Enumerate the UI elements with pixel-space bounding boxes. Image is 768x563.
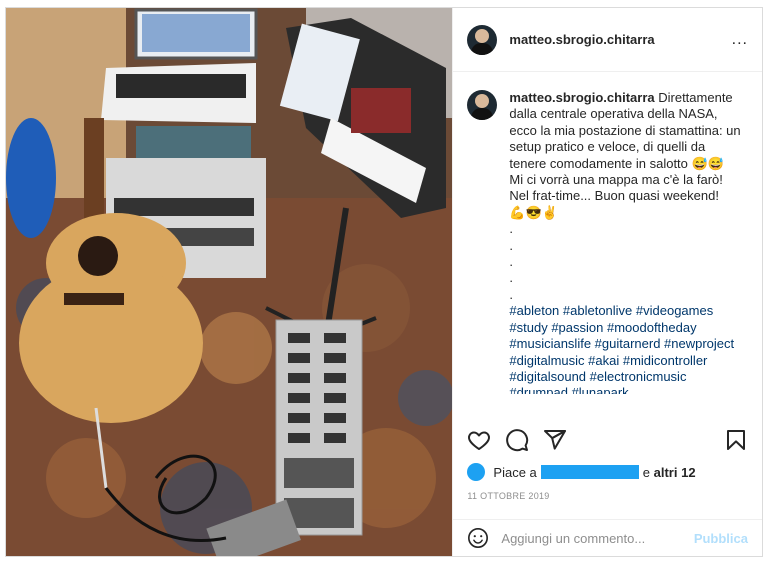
- photo-illustration: [6, 8, 453, 556]
- header-username[interactable]: matteo.sbrogio.chitarra: [509, 32, 731, 47]
- caption-username[interactable]: matteo.sbrogio.chitarra: [509, 90, 654, 105]
- comment-input[interactable]: Aggiungi un commento...: [501, 531, 693, 546]
- post-header: matteo.sbrogio.chitarra ...: [453, 8, 762, 72]
- share-send-icon[interactable]: [543, 428, 567, 452]
- post-date: 11 OTTOBRE 2019: [467, 491, 550, 501]
- user-avatar[interactable]: [467, 24, 498, 55]
- comment-box: Aggiungi un commento... Pubblica: [453, 519, 762, 556]
- more-options-icon[interactable]: ...: [732, 31, 748, 49]
- caption-avatar[interactable]: [467, 90, 498, 120]
- post-sidebar: matteo.sbrogio.chitarra ... matteo.sbrog…: [452, 8, 762, 556]
- comment-bubble-icon[interactable]: [505, 428, 529, 452]
- post-photo[interactable]: [6, 8, 453, 556]
- likes-others-link[interactable]: altri 12: [654, 465, 696, 480]
- emoji-smiley-icon[interactable]: [467, 527, 489, 549]
- likes-connector: e: [642, 464, 651, 480]
- like-heart-icon[interactable]: [467, 428, 491, 452]
- caption-text-block: matteo.sbrogio.chitarra Direttamente dal…: [509, 90, 741, 394]
- post-caption: matteo.sbrogio.chitarra Direttamente dal…: [453, 72, 762, 394]
- likes-summary: Piace a e altri 12: [467, 463, 696, 481]
- caption-hashtags[interactable]: #ableton #abletonlive #videogames #study…: [509, 303, 734, 394]
- action-bar: [467, 428, 748, 452]
- publish-button[interactable]: Pubblica: [694, 531, 748, 546]
- instagram-post: matteo.sbrogio.chitarra ... matteo.sbrog…: [5, 7, 763, 557]
- bookmark-save-icon[interactable]: [724, 428, 748, 452]
- caption-body: Direttamente dalla centrale operativa de…: [509, 90, 741, 302]
- redacted-liker-name: [540, 465, 639, 479]
- likes-prefix: Piace a: [493, 464, 537, 480]
- liker-avatar[interactable]: [467, 463, 486, 481]
